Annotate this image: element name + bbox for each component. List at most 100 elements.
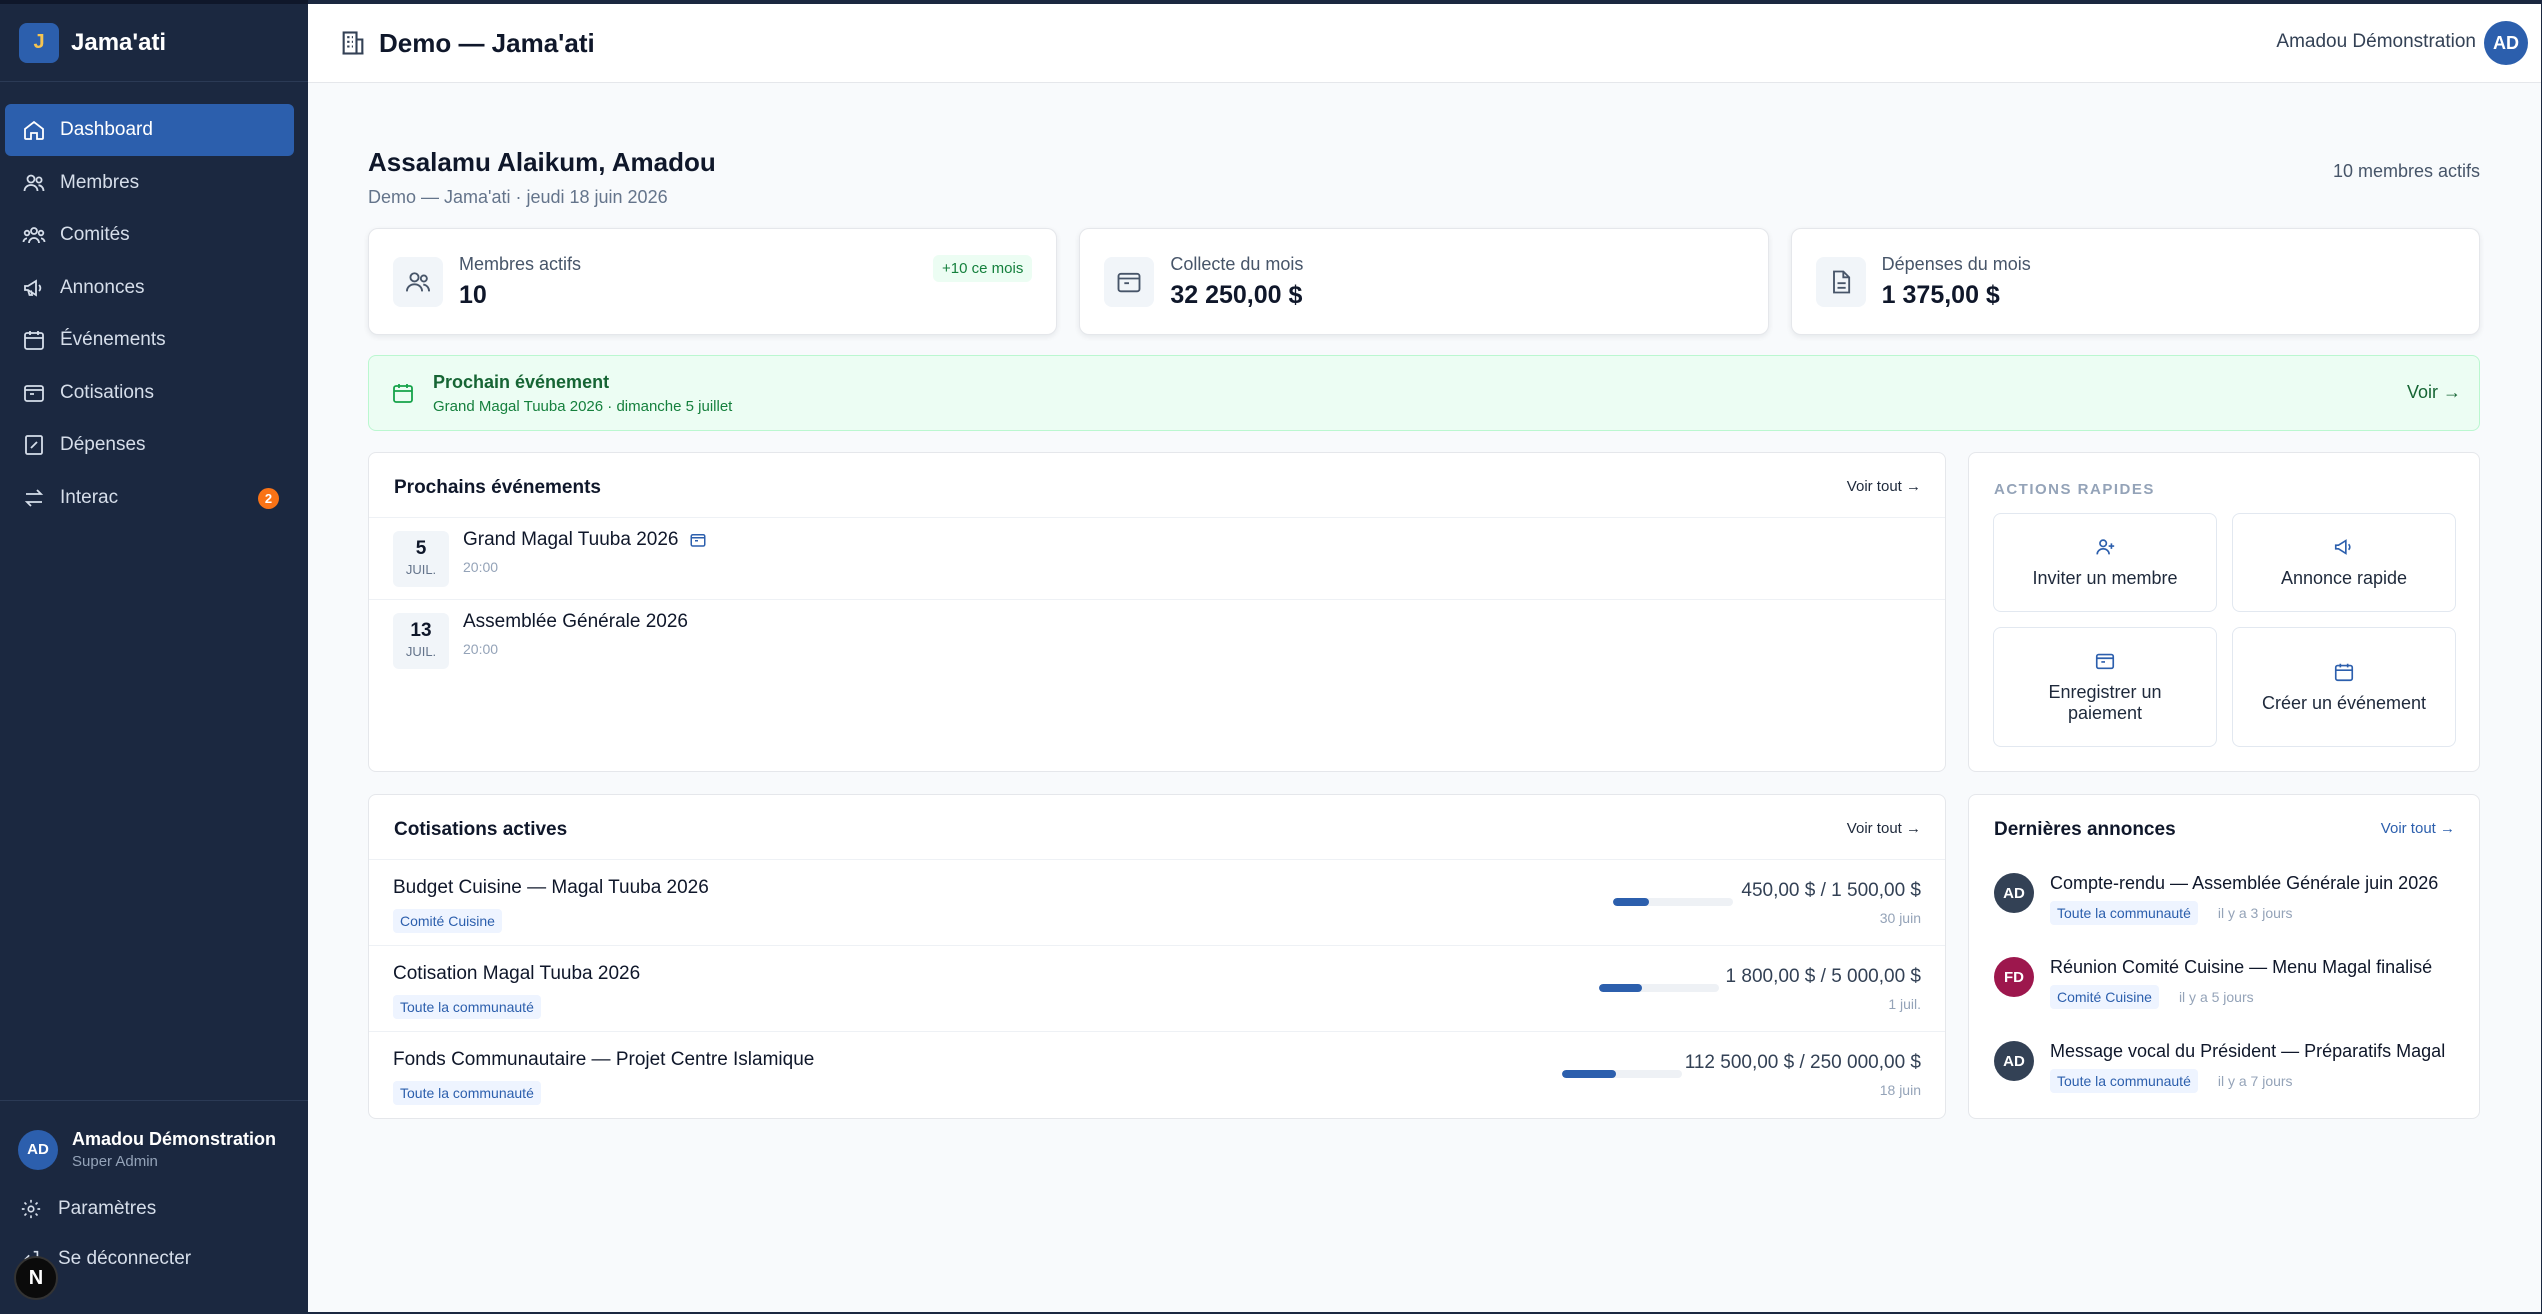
table-row[interactable]: Budget Cuisine — Magal Tuuba 2026 Comité… — [369, 859, 1945, 945]
list-item[interactable]: AD Compte-rendu — Assemblée Générale jui… — [1994, 873, 2464, 957]
event-time: 20:00 — [463, 558, 499, 575]
record-payment-button[interactable]: Enregistrer un paiement — [1993, 627, 2217, 747]
stat-card-members[interactable]: Membres actifs 10 +10 ce mois — [368, 228, 1058, 335]
audience-tag: Comité Cuisine — [2050, 985, 2159, 1009]
list-item[interactable]: AD Message vocal du Président — Préparat… — [1994, 1041, 2464, 1125]
audience-tag: Toute la communauté — [2050, 1069, 2198, 1093]
date-badge: 5 JUIL. — [393, 530, 449, 587]
notification-badge: 2 — [258, 487, 279, 509]
table-row[interactable]: Cotisation Magal Tuuba 2026 Toute la com… — [369, 945, 1945, 1031]
users-icon — [23, 174, 45, 191]
calendar-icon — [2334, 663, 2354, 681]
quick-actions-card: ACTIONS RAPIDES Inviter un membre Annonc… — [1968, 452, 2480, 772]
see-all-link[interactable]: Voir tout → — [1847, 820, 1921, 837]
sidebar-item-annonces[interactable]: Annonces — [5, 262, 294, 314]
stat-label: Dépenses du mois — [1881, 253, 2031, 274]
settings-link[interactable]: Paramètres — [0, 1184, 308, 1234]
sidebar-item-comites[interactable]: Comités — [5, 209, 294, 261]
sidebar-item-interac[interactable]: Interac 2 — [5, 472, 294, 524]
sidebar: J Jama'ati Dashboard Membres Comités Ann… — [0, 0, 308, 1314]
progress-fill — [1599, 984, 1643, 992]
page-title: Demo — Jama'ati — [379, 27, 595, 58]
audience-tag: Comité Cuisine — [393, 909, 502, 933]
card-title: Dernières annonces — [1994, 819, 2176, 840]
see-all-link[interactable]: Voir tout → — [2381, 820, 2455, 837]
sidebar-item-dashboard[interactable]: Dashboard — [5, 104, 294, 156]
sidebar-item-cotisations[interactable]: Cotisations — [5, 367, 294, 419]
avatar: AD — [1994, 1041, 2034, 1081]
brand-logo: J — [19, 22, 59, 63]
progress-bar — [1562, 1070, 1682, 1078]
list-item[interactable]: FD Réunion Comité Cuisine — Menu Magal f… — [1994, 957, 2464, 1041]
wallet-icon — [24, 384, 44, 402]
contribution-name: Cotisation Magal Tuuba 2026 — [393, 963, 641, 984]
sidebar-item-label: Membres — [60, 171, 140, 193]
topbar: Demo — Jama'ati Amadou Démonstration AD — [308, 4, 2541, 83]
n-badge[interactable]: N — [14, 1256, 58, 1300]
progress-fill — [1613, 898, 1649, 906]
event-name: Assemblée Générale 2026 — [463, 610, 688, 632]
announcements-list: AD Compte-rendu — Assemblée Générale jui… — [1994, 873, 2464, 1125]
main: Demo — Jama'ati Amadou Démonstration AD … — [308, 4, 2541, 1312]
wallet-icon — [1117, 272, 1141, 292]
stat-value: 1 375,00 $ — [1881, 280, 2000, 309]
sidebar-item-label: Événements — [60, 329, 166, 350]
sidebar-item-depenses[interactable]: Dépenses — [5, 419, 294, 471]
stat-label: Membres actifs — [459, 253, 582, 274]
event-time: 20:00 — [463, 640, 499, 657]
create-event-button[interactable]: Créer un événement — [2232, 627, 2456, 747]
stat-card-expenses[interactable]: Dépenses du mois 1 375,00 $ — [1790, 228, 2480, 335]
topbar-user-name[interactable]: Amadou Démonstration — [2276, 31, 2476, 53]
sidebar-item-label: Dashboard — [60, 119, 153, 140]
active-contributions-card: Cotisations actives Voir tout → Budget C… — [368, 794, 1946, 1119]
see-all-link[interactable]: Voir tout → — [1847, 478, 1921, 495]
status-badge: +10 ce mois — [933, 255, 1033, 282]
avatar[interactable]: AD — [2484, 21, 2528, 65]
greeting-subtitle: Demo — Jama'ati · jeudi 18 juin 2026 — [368, 187, 668, 207]
next-event-banner[interactable]: Prochain événement Grand Magal Tuuba 202… — [368, 355, 2480, 431]
contribution-date: 1 juil. — [1888, 996, 1921, 1012]
stat-card-collection[interactable]: Collecte du mois 32 250,00 $ — [1079, 228, 1769, 335]
announcement-time: il y a 3 jours — [2217, 905, 2293, 921]
sidebar-item-label: Interac — [60, 486, 119, 508]
progress-bar — [1599, 984, 1719, 992]
announcement-title: Réunion Comité Cuisine — Menu Magal fina… — [2050, 957, 2433, 977]
stat-label: Collecte du mois — [1170, 253, 1304, 274]
sidebar-user[interactable]: AD Amadou Démonstration Super Admin — [0, 1101, 308, 1170]
contribution-amount: 112 500,00 $ / 250 000,00 $ — [1684, 1052, 1921, 1073]
stat-value: 32 250,00 $ — [1170, 280, 1303, 309]
card-title: Prochains événements — [394, 477, 601, 498]
invite-member-button[interactable]: Inviter un membre — [1993, 513, 2217, 612]
contribution-date: 30 juin — [1879, 910, 1921, 926]
table-row[interactable]: Fonds Communautaire — Projet Centre Isla… — [369, 1031, 1945, 1117]
sidebar-item-membres[interactable]: Membres — [5, 157, 294, 209]
contribution-amount: 1 800,00 $ / 5 000,00 $ — [1725, 966, 1921, 987]
transfer-icon — [24, 488, 44, 507]
receipt-icon — [25, 435, 43, 455]
user-plus-icon — [2096, 539, 2115, 555]
dashboard-content: Assalamu Alaikum, Amadou Demo — Jama'ati… — [368, 83, 2480, 1119]
next-event-link[interactable]: Voir → — [2407, 382, 2461, 403]
contribution-date: 18 juin — [1879, 1082, 1921, 1098]
quick-actions-grid: Inviter un membre Annonce rapide Enregis… — [1993, 513, 2456, 747]
list-item[interactable]: 5 JUIL. Grand Magal Tuuba 2026 20:00 — [369, 517, 1945, 599]
contributions-list: Budget Cuisine — Magal Tuuba 2026 Comité… — [369, 859, 1945, 1117]
brand[interactable]: J Jama'ati — [0, 4, 308, 82]
sidebar-item-evenements[interactable]: Événements — [5, 314, 294, 366]
list-item[interactable]: 13 JUIL. Assemblée Générale 2026 20:00 — [369, 599, 1945, 681]
sidebar-item-label: Dépenses — [60, 434, 146, 455]
building-icon — [342, 31, 364, 55]
audience-tag: Toute la communauté — [393, 1081, 541, 1105]
brand-name: Jama'ati — [71, 28, 167, 56]
calendar-icon — [24, 331, 44, 350]
megaphone-icon — [2334, 539, 2351, 555]
quick-announcement-button[interactable]: Annonce rapide — [2232, 513, 2456, 612]
logout-label: Se déconnecter — [58, 1248, 192, 1269]
avatar: FD — [1994, 957, 2034, 997]
users-icon — [405, 271, 431, 291]
home-icon — [24, 120, 44, 140]
wallet-icon — [2095, 653, 2115, 670]
avatar: AD — [18, 1129, 58, 1170]
audience-tag: Toute la communauté — [2050, 901, 2198, 925]
members-count: 10 membres actifs — [2332, 161, 2480, 181]
